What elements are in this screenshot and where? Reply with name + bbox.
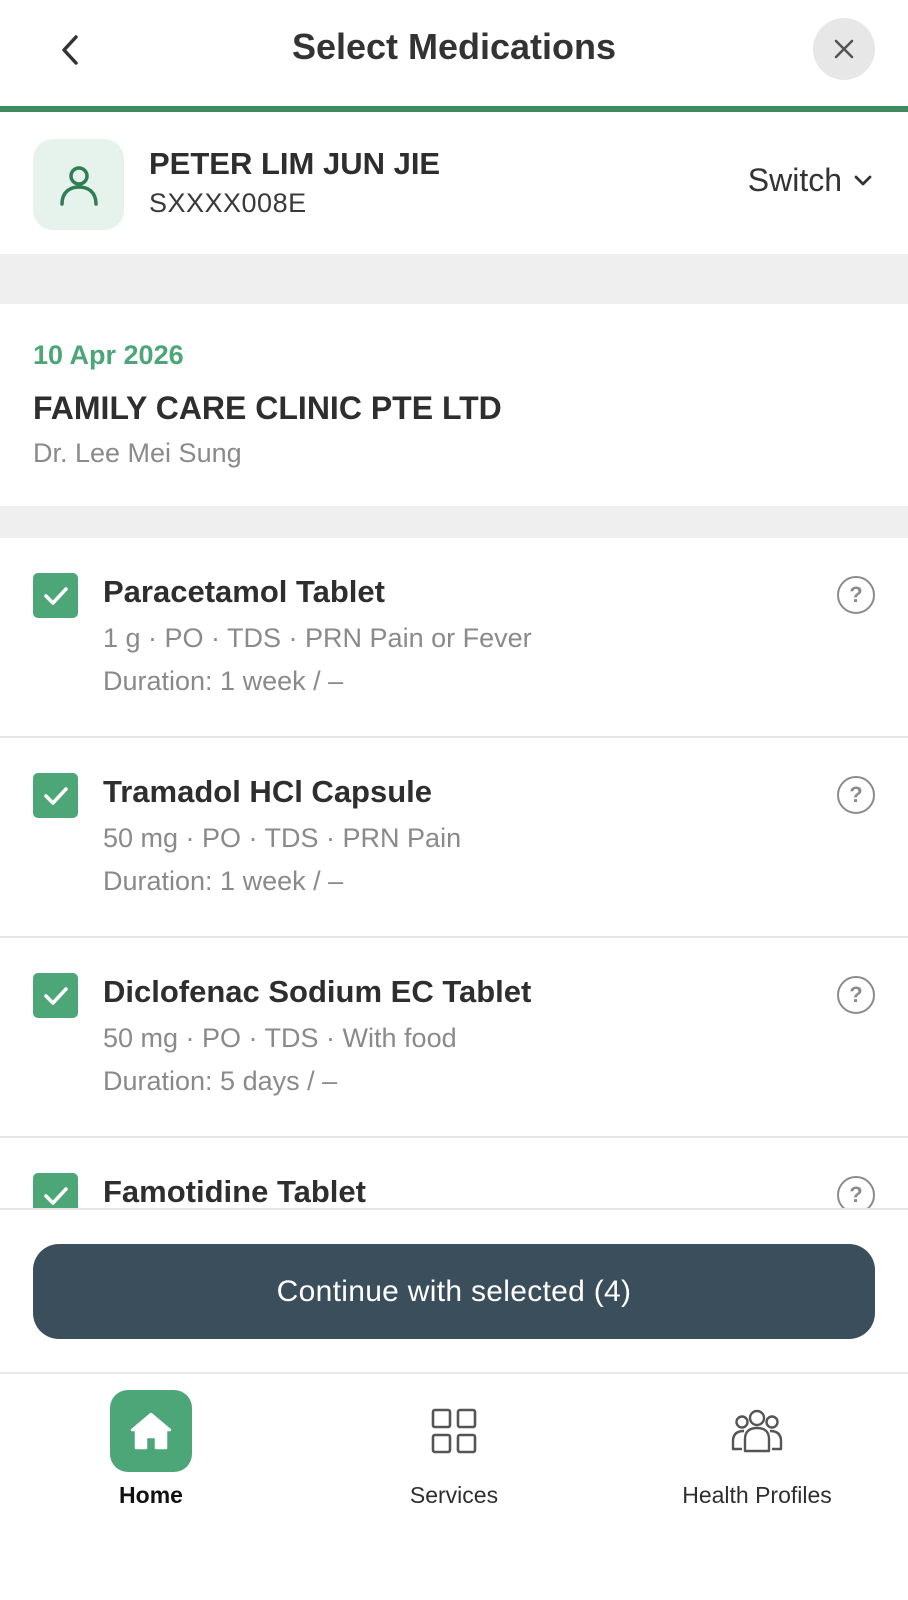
medication-dosage: 50 mg · PO · TDS · With food	[103, 1023, 457, 1053]
bottom-nav: Home Services Health Profiles	[0, 1372, 908, 1600]
page-title: Select Medications	[291, 26, 617, 67]
medication-duration: Duration: 5 days / –	[103, 1066, 338, 1096]
medication-name: Paracetamol Tablet	[103, 574, 385, 609]
doctor-name: Dr. Lee Mei Sung	[33, 438, 242, 468]
medication-duration: Duration: 1 week / –	[103, 666, 344, 696]
section-divider	[0, 254, 908, 304]
medication-name: Diclofenac Sodium EC Tablet	[103, 974, 532, 1009]
medication-checkbox[interactable]	[33, 973, 78, 1018]
continue-button[interactable]: Continue with selected (4)	[33, 1244, 875, 1339]
header: Select Medications	[0, 0, 908, 107]
nav-label-health-profiles: Health Profiles	[682, 1482, 832, 1508]
close-icon	[834, 39, 854, 59]
visit-date: 10 Apr 2026	[33, 340, 184, 370]
help-icon[interactable]: ?	[837, 1176, 875, 1210]
help-icon[interactable]: ?	[837, 776, 875, 814]
checkmark-icon	[43, 586, 68, 605]
clinic-name: FAMILY CARE CLINIC PTE LTD	[33, 390, 502, 426]
nav-item-health-profiles[interactable]: Health Profiles	[606, 1390, 908, 1509]
chevron-down-icon	[854, 175, 872, 185]
medication-checkbox[interactable]	[33, 573, 78, 618]
checkmark-icon	[43, 986, 68, 1005]
patient-id: SXXXX008E	[149, 188, 307, 218]
nav-item-home[interactable]: Home	[0, 1390, 302, 1509]
nav-label-services: Services	[409, 1482, 499, 1508]
medication-item[interactable]: Paracetamol Tablet 1 g · PO · TDS · PRN …	[0, 538, 908, 738]
help-icon[interactable]: ?	[837, 576, 875, 614]
nav-icon-container	[413, 1390, 495, 1472]
footer-divider	[0, 1208, 908, 1210]
home-icon	[130, 1412, 172, 1450]
medication-item[interactable]: Tramadol HCl Capsule 50 mg · PO · TDS · …	[0, 738, 908, 938]
switch-label: Switch	[747, 162, 842, 198]
nav-icon-container	[110, 1390, 192, 1472]
grid-icon	[431, 1408, 477, 1454]
nav-label-home: Home	[119, 1482, 183, 1508]
medication-name: Tramadol HCl Capsule	[103, 774, 433, 809]
medication-checkbox[interactable]	[33, 773, 78, 818]
patient-card: PETER LIM JUN JIE SXXXX008E Switch	[0, 112, 908, 254]
checkmark-icon	[43, 786, 68, 805]
medication-list[interactable]: Paracetamol Tablet 1 g · PO · TDS · PRN …	[0, 538, 908, 1210]
medication-name: Famotidine Tablet	[103, 1174, 366, 1209]
nav-icon-container	[716, 1390, 798, 1472]
medication-checkbox[interactable]	[33, 1173, 78, 1210]
help-icon[interactable]: ?	[837, 976, 875, 1014]
patient-name: PETER LIM JUN JIE	[149, 146, 441, 181]
medication-item[interactable]: Famotidine Tablet ?	[0, 1138, 908, 1210]
medication-duration: Duration: 1 week / –	[103, 866, 344, 896]
close-button[interactable]	[813, 18, 875, 80]
avatar	[33, 139, 124, 230]
visit-card: 10 Apr 2026 FAMILY CARE CLINIC PTE LTD D…	[0, 304, 908, 506]
people-icon	[731, 1409, 783, 1453]
switch-profile-button[interactable]: Switch	[748, 162, 872, 199]
medication-dosage: 1 g · PO · TDS · PRN Pain or Fever	[103, 623, 532, 653]
checkmark-icon	[43, 1186, 68, 1205]
section-divider	[0, 506, 908, 538]
medication-item[interactable]: Diclofenac Sodium EC Tablet 50 mg · PO ·…	[0, 938, 908, 1138]
person-icon	[59, 165, 98, 206]
nav-item-services[interactable]: Services	[303, 1390, 605, 1509]
medication-dosage: 50 mg · PO · TDS · PRN Pain	[103, 823, 462, 853]
